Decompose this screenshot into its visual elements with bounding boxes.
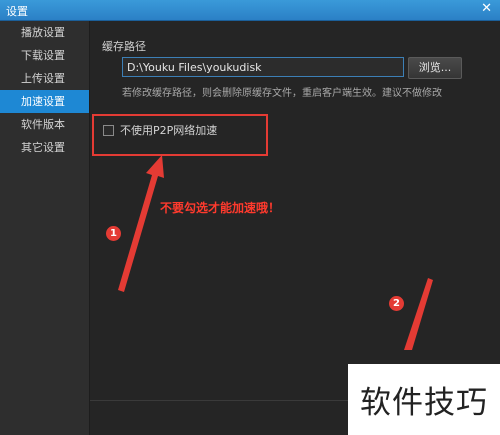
sidebar-item-playback[interactable]: 播放设置 xyxy=(0,21,89,44)
cache-path-input[interactable] xyxy=(122,57,404,77)
sidebar-item-upload[interactable]: 上传设置 xyxy=(0,67,89,90)
watermark: 软件技巧 xyxy=(348,364,500,435)
sidebar-item-other[interactable]: 其它设置 xyxy=(0,136,89,159)
settings-sidebar: 播放设置 下载设置 上传设置 加速设置 软件版本 其它设置 xyxy=(0,21,90,435)
cache-path-label: 缓存路径 xyxy=(102,40,146,53)
cache-path-hint: 若修改缓存路径，则会删除原缓存文件，重启客户端生效。建议不做修改 xyxy=(122,88,442,99)
close-icon[interactable]: ✕ xyxy=(481,1,492,16)
sidebar-item-acceleration[interactable]: 加速设置 xyxy=(0,90,89,113)
sidebar-item-download[interactable]: 下载设置 xyxy=(0,44,89,67)
step-badge-1: 1 xyxy=(106,226,121,241)
highlight-box xyxy=(92,114,268,156)
annotation-note: 不要勾选才能加速哦！ xyxy=(160,201,281,215)
window-title: 设置 xyxy=(6,5,28,18)
step-badge-2: 2 xyxy=(389,296,404,311)
sidebar-item-version[interactable]: 软件版本 xyxy=(0,113,89,136)
title-bar: 设置 ✕ xyxy=(0,0,500,21)
browse-button[interactable]: 浏览... xyxy=(408,57,462,79)
